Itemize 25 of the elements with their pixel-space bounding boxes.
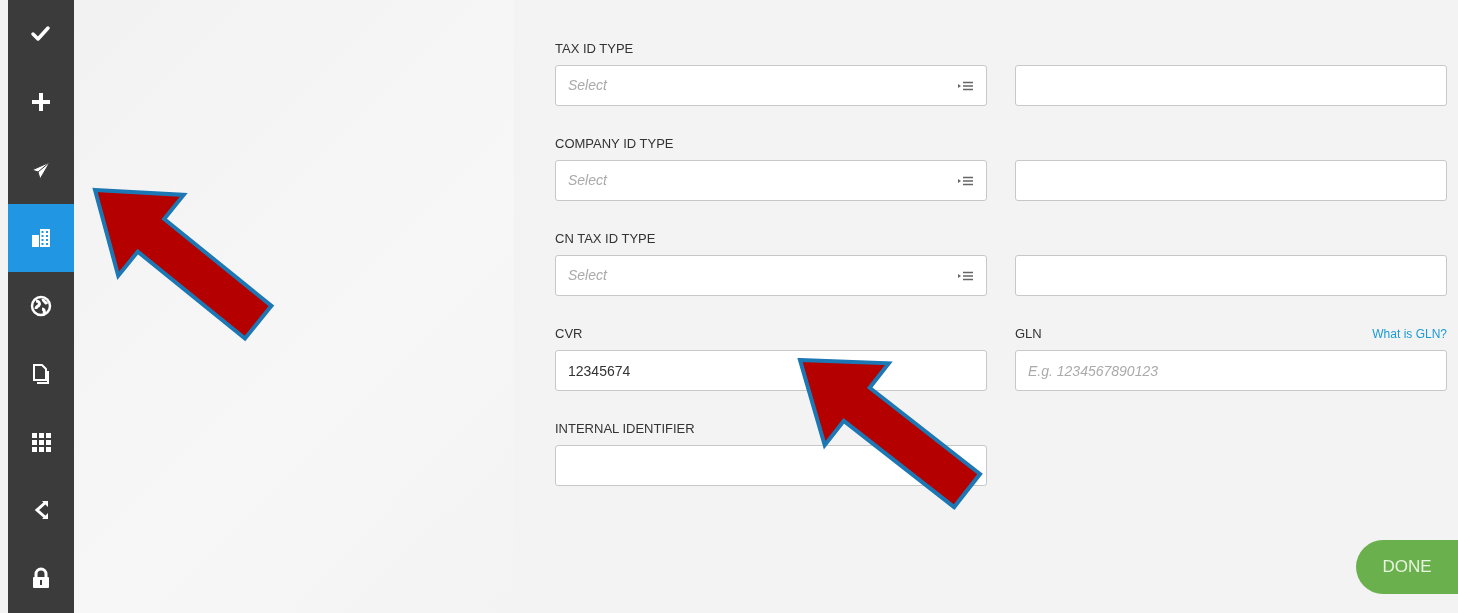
done-button[interactable]: DONE (1356, 540, 1458, 594)
input-field[interactable] (1015, 160, 1447, 201)
input-field[interactable]: E.g. 1234567890123 (1015, 350, 1447, 391)
list-icon (958, 175, 974, 186)
select-field[interactable]: Select (555, 255, 987, 296)
field-label: GLN (1015, 324, 1042, 343)
help-link[interactable]: What is GLN? (1372, 324, 1447, 343)
field-label: CVR (555, 324, 583, 343)
documents-icon (30, 363, 52, 385)
lock-icon (30, 567, 52, 589)
select-field[interactable]: Select (555, 65, 987, 106)
input-field[interactable] (1015, 255, 1447, 296)
paper-plane-icon (30, 159, 52, 181)
globe-icon (30, 295, 52, 317)
list-icon (958, 80, 974, 91)
input-field[interactable] (1015, 65, 1447, 106)
field-label: CN TAX ID TYPE (555, 229, 656, 248)
field-label: COMPANY ID TYPE (555, 134, 674, 153)
grid-icon (30, 431, 52, 453)
list-icon (958, 270, 974, 281)
select-field[interactable]: Select (555, 160, 987, 201)
field-label: TAX ID TYPE (555, 39, 634, 58)
field-label: INTERNAL IDENTIFIER (555, 419, 695, 438)
plus-icon (30, 91, 52, 113)
building-icon (30, 227, 52, 249)
